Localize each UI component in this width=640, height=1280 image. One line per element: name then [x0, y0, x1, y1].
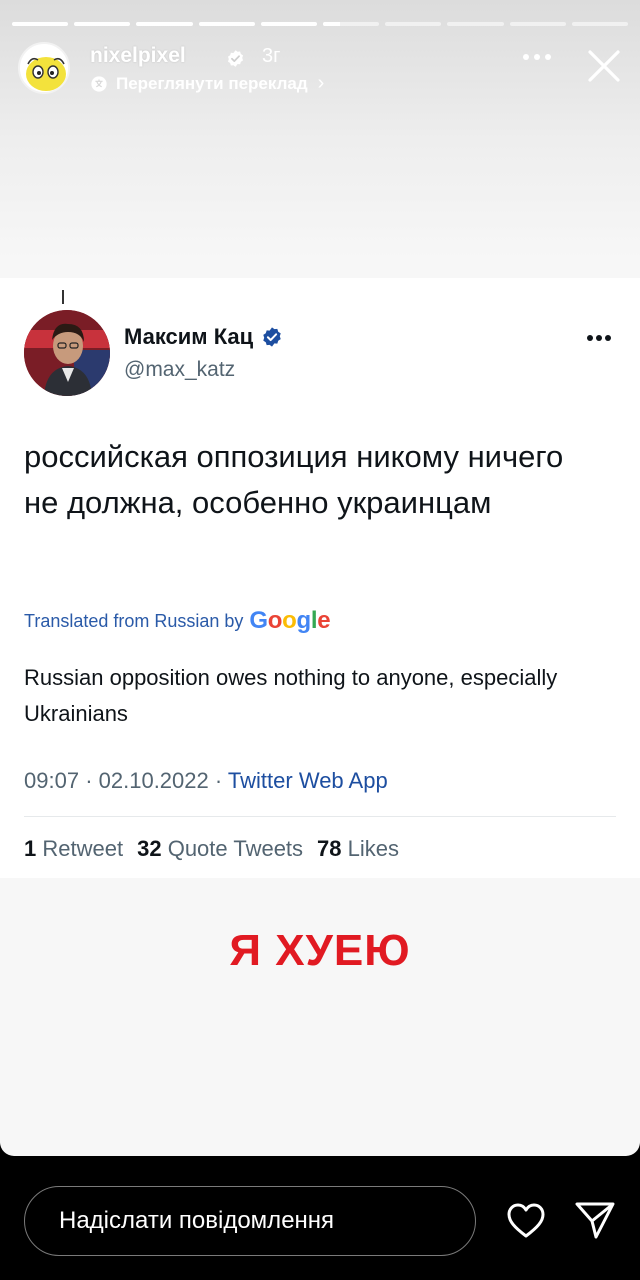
translate-icon: [91, 75, 107, 92]
progress-fill: [323, 22, 340, 26]
story-progress: [12, 22, 629, 26]
progress-segment: [198, 22, 255, 26]
google-letter: g: [296, 607, 312, 634]
story-frame: nixelpixel 3г Переглянути переклад › Мак…: [0, 0, 640, 1156]
progress-fill: [74, 22, 131, 26]
quotes-stat: 32 Quote Tweets: [137, 836, 303, 862]
tweet-stats: 1 Retweet 32 Quote Tweets 78 Likes: [24, 836, 399, 862]
tweet-author-row: Максим Кац: [124, 324, 283, 350]
google-letter: o: [282, 607, 297, 634]
tweet-meta: 09:07 · 02.10.2022 · Twitter Web App: [24, 768, 388, 794]
quotes-count: 32: [137, 836, 162, 861]
tweet-text: российская оппозиция никому ничего не до…: [24, 439, 564, 520]
progress-segment: [136, 22, 193, 26]
likes-count: 78: [317, 836, 342, 861]
story-avatar[interactable]: [18, 42, 70, 94]
tweet-author-avatar: [24, 310, 110, 396]
see-translation-label: Переглянути переклад: [116, 73, 308, 93]
tweet-translation: Russian opposition owes nothing to anyon…: [24, 665, 558, 726]
likes-label: Likes: [347, 836, 400, 861]
progress-segment: [447, 22, 504, 26]
tweet-author-handle: @max_katz: [124, 358, 236, 381]
story-header: nixelpixel 3г Переглянути переклад ›: [18, 42, 622, 102]
progress-segment: [74, 22, 131, 26]
progress-segment: [260, 22, 318, 26]
progress-segment: [385, 22, 442, 26]
story-age: 3г: [262, 45, 281, 67]
retweets-label: Retweet: [42, 836, 124, 861]
google-letter: G: [249, 607, 268, 634]
tweet-source: Twitter Web App: [227, 768, 388, 793]
verified-badge-icon: [227, 50, 244, 67]
translated-by-line: Translated from Russian by Google: [24, 607, 331, 634]
google-letter: o: [267, 607, 283, 634]
meta-separator: ·: [85, 768, 93, 793]
tweet-screenshot: Максим Кац @max_katz российская оппозици…: [0, 278, 640, 878]
send-message-input[interactable]: [24, 1186, 476, 1256]
tweet-time: 09:07: [24, 768, 80, 793]
more-icon[interactable]: [522, 52, 552, 62]
translated-by-label: Translated from Russian by: [24, 611, 244, 631]
google-letter: e: [317, 607, 331, 634]
progress-fill: [12, 22, 69, 26]
quotes-label: Quote Tweets: [167, 836, 304, 861]
send-icon[interactable]: [574, 1200, 616, 1240]
text-cursor: [62, 290, 64, 304]
tweet-date: 02.10.2022: [98, 768, 209, 793]
divider: [24, 816, 616, 817]
verified-badge-icon: [263, 327, 281, 347]
meta-separator: ·: [214, 768, 223, 793]
close-icon[interactable]: [586, 48, 622, 84]
progress-fill: [198, 22, 255, 26]
progress-segment: [509, 22, 566, 26]
progress-segment: [323, 22, 380, 26]
retweets-stat: 1 Retweet: [24, 836, 123, 862]
story-caption: Я ХУЕЮ: [229, 926, 411, 975]
progress-segment: [571, 22, 629, 26]
reply-bar: [0, 1156, 640, 1280]
likes-stat: 78 Likes: [317, 836, 399, 862]
heart-icon[interactable]: [506, 1202, 546, 1240]
tweet-author-name: Максим Кац: [124, 324, 254, 349]
retweets-count: 1: [24, 836, 37, 861]
chevron-right-icon: ›: [317, 72, 325, 94]
see-translation-link[interactable]: Переглянути переклад ›: [90, 72, 324, 95]
story-username[interactable]: nixelpixel: [90, 44, 186, 68]
more-icon: [587, 335, 611, 341]
google-logo: Google: [249, 607, 331, 634]
progress-fill: [136, 22, 193, 26]
progress-segment: [12, 22, 69, 26]
progress-fill: [260, 22, 318, 26]
